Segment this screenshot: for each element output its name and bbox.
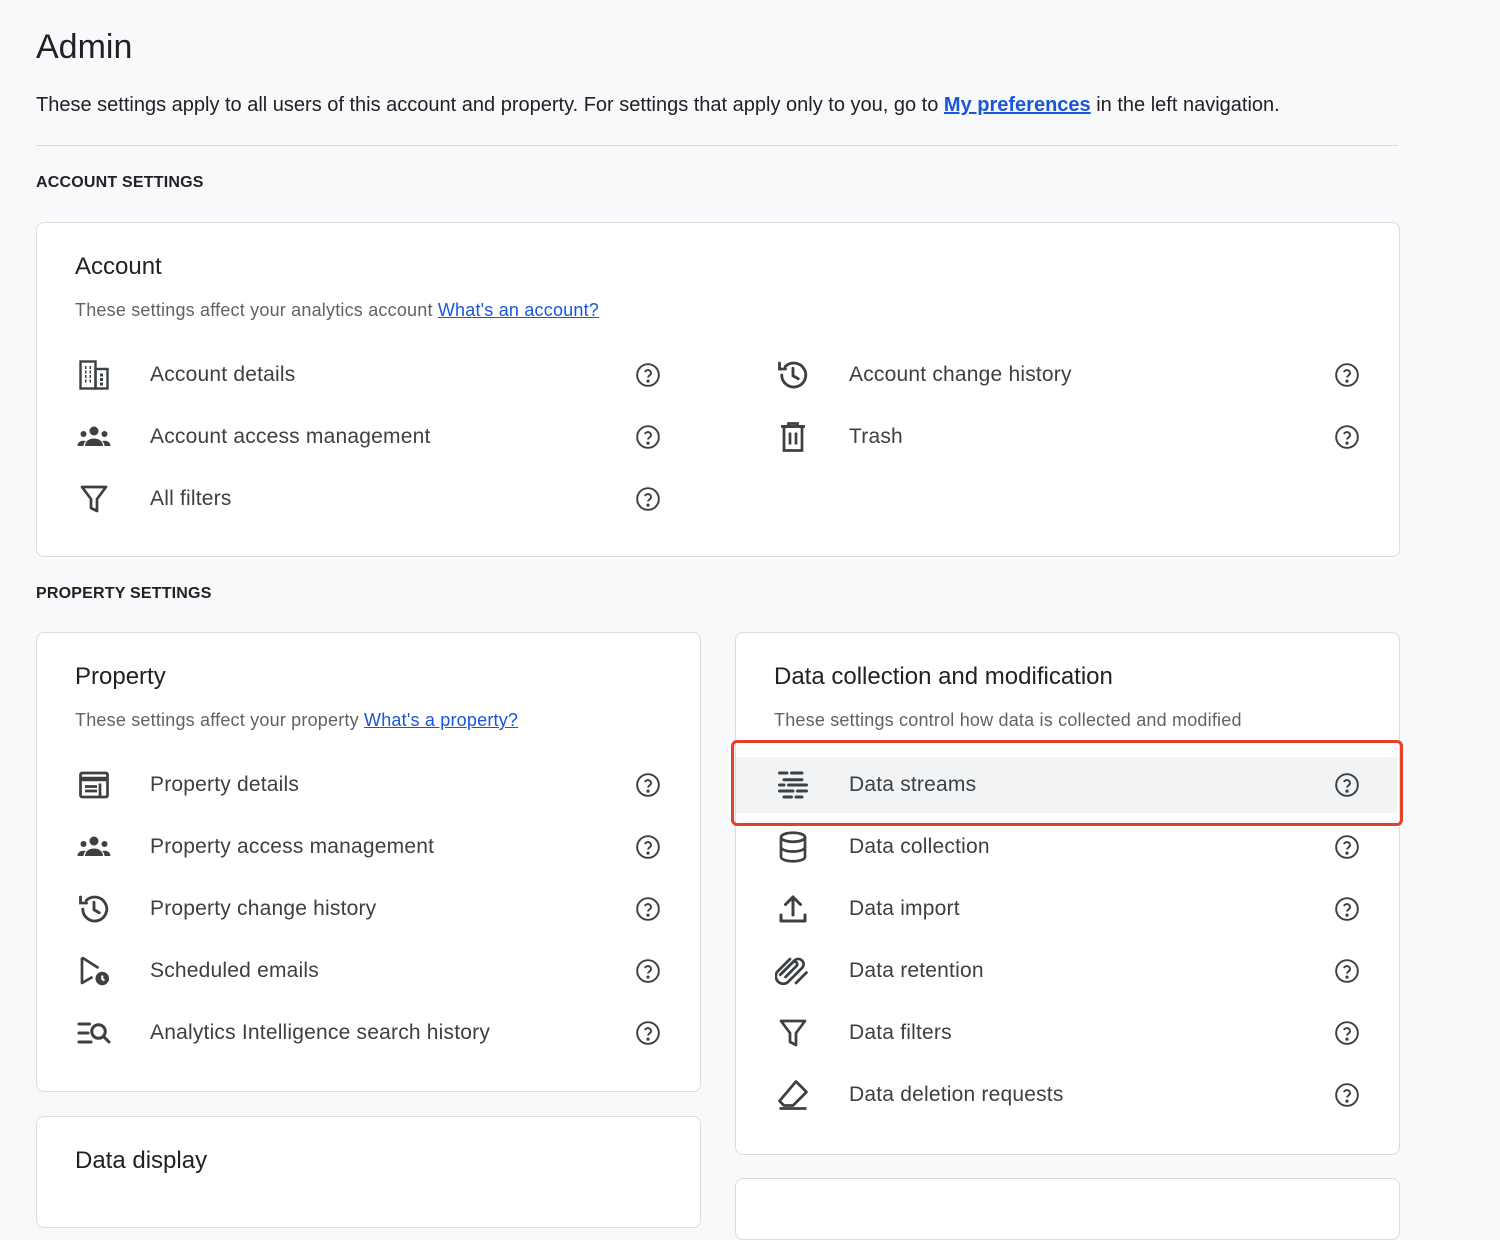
account-access-management-label: Account access management (150, 425, 431, 448)
trash-label: Trash (849, 425, 903, 448)
history-icon (773, 355, 813, 395)
property-card-subtitle-text: These settings affect your property (75, 710, 365, 730)
account-card-subtitle-text: These settings affect your analytics acc… (75, 300, 438, 320)
help-icon[interactable] (634, 1019, 662, 1047)
property-access-management-label: Property access management (150, 835, 435, 858)
data-collection-card-subtitle: These settings control how data is colle… (774, 710, 1242, 730)
property-card-icon (74, 765, 114, 805)
help-icon[interactable] (1333, 895, 1361, 923)
account-card-subtitle: These settings affect your analytics acc… (75, 300, 599, 321)
property-settings-label: PROPERTY SETTINGS (36, 585, 212, 602)
account-card: Account These settings affect your analy… (36, 222, 1400, 557)
my-preferences-link[interactable]: My preferences (944, 94, 1091, 116)
eraser-icon (773, 1075, 813, 1115)
property-card-subtitle: These settings affect your property What… (75, 710, 518, 731)
data-collection-row[interactable]: Data collection (736, 819, 1397, 875)
database-icon (773, 827, 813, 867)
intro-text: These settings apply to all users of thi… (36, 94, 1280, 117)
help-icon[interactable] (1333, 771, 1361, 799)
help-icon[interactable] (634, 423, 662, 451)
next-card (735, 1178, 1400, 1240)
intro-text-after: in the left navigation. (1090, 94, 1280, 116)
data-deletion-requests-row[interactable]: Data deletion requests (736, 1067, 1397, 1123)
account-change-history-label: Account change history (849, 363, 1072, 386)
data-display-card: Data display (36, 1116, 701, 1228)
help-icon[interactable] (634, 833, 662, 861)
help-icon[interactable] (1333, 361, 1361, 389)
whats-an-account-link[interactable]: What's an account? (438, 300, 599, 320)
help-icon[interactable] (634, 361, 662, 389)
data-deletion-requests-label: Data deletion requests (849, 1083, 1064, 1106)
filter-icon (74, 479, 114, 519)
analytics-intelligence-search-history-row[interactable]: Analytics Intelligence search history (37, 1005, 698, 1061)
data-streams-row[interactable]: Data streams (736, 757, 1397, 813)
page-title: Admin (36, 28, 133, 66)
property-change-history-label: Property change history (150, 897, 377, 920)
account-change-history-row[interactable]: Account change history (737, 347, 1397, 403)
help-icon[interactable] (634, 771, 662, 799)
account-settings-label: ACCOUNT SETTINGS (36, 174, 204, 191)
account-card-title: Account (75, 253, 162, 280)
property-change-history-row[interactable]: Property change history (37, 881, 698, 937)
divider (36, 145, 1398, 146)
data-collection-label: Data collection (849, 835, 990, 858)
building-icon (74, 355, 114, 395)
whats-a-property-link[interactable]: What's a property? (364, 710, 518, 730)
upload-icon (773, 889, 813, 929)
data-filters-row[interactable]: Data filters (736, 1005, 1397, 1061)
property-card-title: Property (75, 663, 166, 690)
help-icon[interactable] (1333, 833, 1361, 861)
analytics-intelligence-search-history-label: Analytics Intelligence search history (150, 1021, 491, 1044)
data-retention-row[interactable]: Data retention (736, 943, 1397, 999)
account-access-management-row[interactable]: Account access management (37, 409, 697, 465)
scheduled-email-icon (74, 951, 114, 991)
all-filters-row[interactable]: All filters (37, 471, 697, 527)
data-collection-card-title: Data collection and modification (774, 663, 1113, 690)
property-details-label: Property details (150, 773, 300, 796)
help-icon[interactable] (1333, 423, 1361, 451)
help-icon[interactable] (1333, 1019, 1361, 1047)
account-details-label: Account details (150, 363, 296, 386)
trash-icon (773, 417, 813, 457)
data-import-label: Data import (849, 897, 960, 920)
intro-text-before: These settings apply to all users of thi… (36, 94, 944, 116)
data-streams-icon (773, 765, 813, 805)
data-collection-card: Data collection and modification These s… (735, 632, 1400, 1155)
scheduled-emails-row[interactable]: Scheduled emails (37, 943, 698, 999)
property-access-management-row[interactable]: Property access management (37, 819, 698, 875)
help-icon[interactable] (634, 895, 662, 923)
help-icon[interactable] (634, 485, 662, 513)
filter-icon (773, 1013, 813, 1053)
help-icon[interactable] (634, 957, 662, 985)
account-details-row[interactable]: Account details (37, 347, 697, 403)
data-display-card-title: Data display (75, 1147, 208, 1174)
history-icon (74, 889, 114, 929)
data-import-row[interactable]: Data import (736, 881, 1397, 937)
data-streams-label: Data streams (849, 773, 977, 796)
scheduled-emails-label: Scheduled emails (150, 959, 319, 982)
people-icon (74, 827, 114, 867)
property-card: Property These settings affect your prop… (36, 632, 701, 1092)
help-icon[interactable] (1333, 1081, 1361, 1109)
data-retention-label: Data retention (849, 959, 984, 982)
all-filters-label: All filters (150, 487, 232, 510)
data-filters-label: Data filters (849, 1021, 952, 1044)
property-details-row[interactable]: Property details (37, 757, 698, 813)
search-list-icon (74, 1013, 114, 1053)
trash-row[interactable]: Trash (737, 409, 1397, 465)
retention-icon (773, 951, 813, 991)
people-icon (74, 417, 114, 457)
help-icon[interactable] (1333, 957, 1361, 985)
